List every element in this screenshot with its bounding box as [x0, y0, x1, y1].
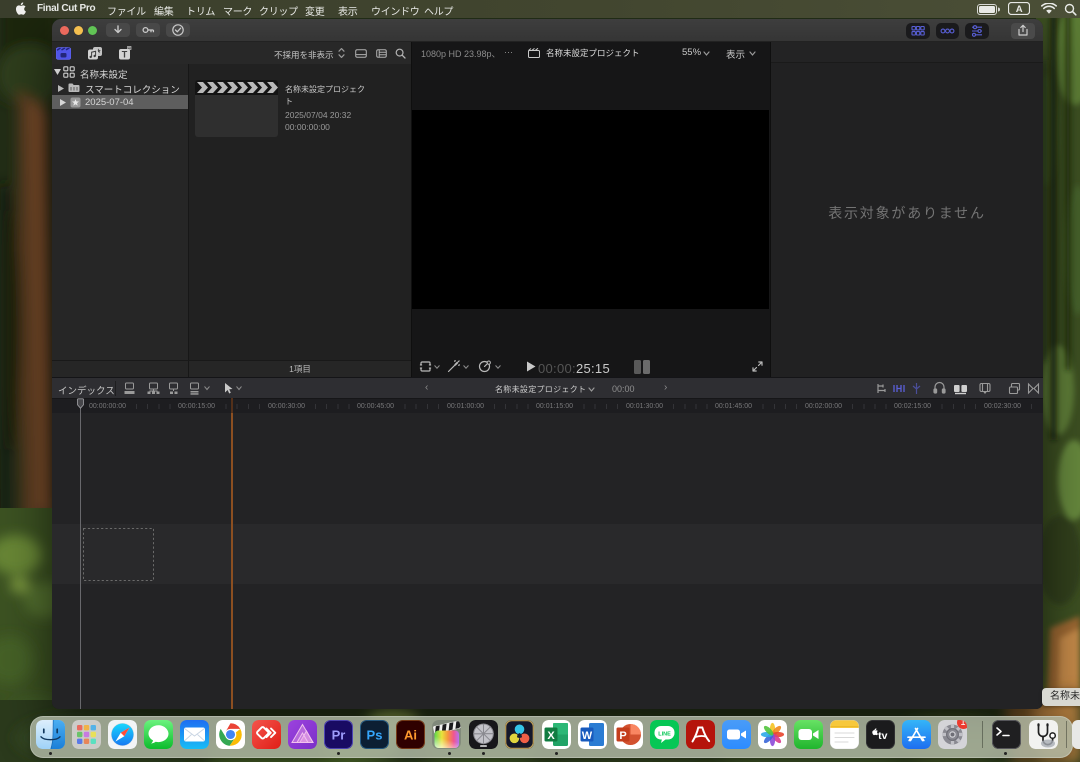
svg-text:P: P: [619, 730, 626, 742]
svg-text:Ai: Ai: [404, 728, 417, 743]
svg-text:tv: tv: [878, 730, 887, 742]
svg-text:Ps: Ps: [366, 728, 382, 743]
svg-text:Pr: Pr: [331, 728, 345, 743]
svg-text:A: A: [1016, 4, 1023, 15]
svg-text:LINE: LINE: [658, 732, 671, 738]
svg-text:X: X: [547, 730, 555, 742]
svg-text:T: T: [122, 50, 128, 60]
svg-text:W: W: [581, 730, 592, 742]
